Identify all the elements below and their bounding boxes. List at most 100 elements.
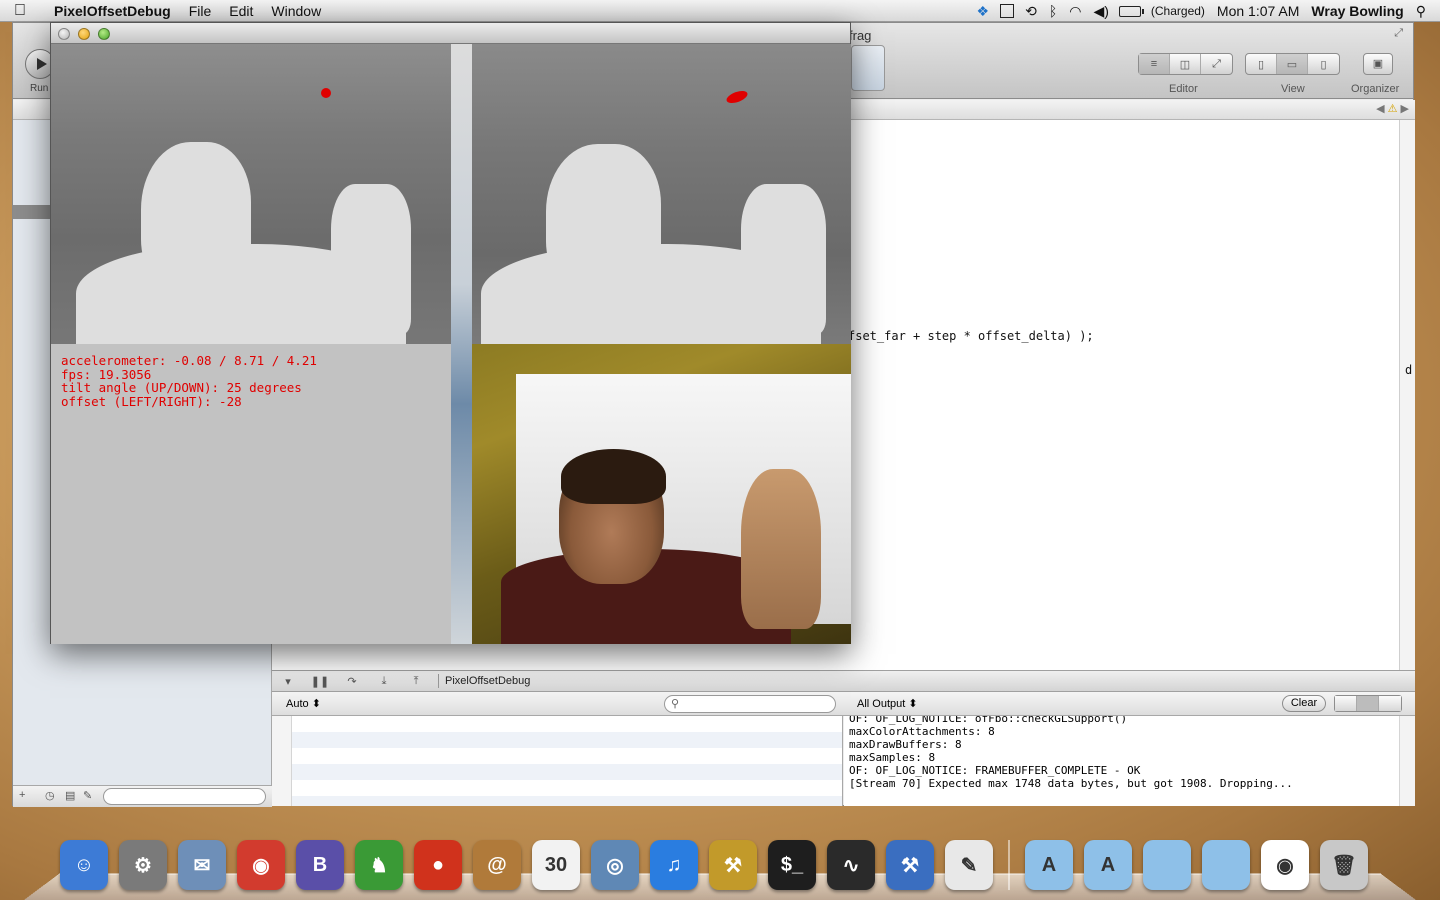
console-line: OF: OF_LOG_NOTICE: ofFbo::checkGLSupport… [849, 716, 1128, 725]
battery-status: (Charged) [1150, 4, 1205, 18]
navigator-filter-bar: + ◷ ▤ ✎ [13, 785, 272, 807]
utilities-folder-icon[interactable]: A [1084, 840, 1132, 890]
chrome-icon[interactable]: ◉ [237, 840, 285, 890]
applications-folder-icon[interactable]: A [1025, 840, 1073, 890]
show-both-button[interactable] [1357, 696, 1379, 711]
editor-segmented-control[interactable]: ≡ ◫ ⤢ [1138, 53, 1233, 75]
menu-window[interactable]: Window [262, 3, 330, 19]
pixeloffsetdebug-window: accelerometer: -0.08 / 8.71 / 4.21 fps: 1… [50, 22, 851, 644]
system-preferences-icon[interactable]: ⚙ [119, 840, 167, 890]
finder-icon[interactable]: ☺ [60, 840, 108, 890]
add-icon[interactable]: + [19, 789, 25, 801]
cyberduck-icon[interactable]: ♞ [355, 840, 403, 890]
navigator-filter-input[interactable] [103, 788, 266, 805]
code-line: fset_far + step * offset_delta) ); [848, 329, 1094, 343]
step-into-icon[interactable]: ⤓ [368, 675, 400, 688]
debug-target-name[interactable]: PixelOffsetDebug [445, 675, 530, 687]
menu-file[interactable]: File [180, 3, 221, 19]
organizer-label: Organizer [1351, 83, 1400, 95]
warning-icon[interactable]: ⚠ [1388, 103, 1398, 115]
volume-icon[interactable]: ◀) [1087, 3, 1114, 20]
organizer-button[interactable]: ▣ [1363, 53, 1393, 75]
preview-icon[interactable]: ◎ [591, 840, 639, 890]
show-console-button[interactable] [1379, 696, 1401, 711]
variables-scope-value: Auto [286, 698, 309, 710]
utilities-toggle-button[interactable]: ▯ [1308, 54, 1339, 74]
window-icon[interactable] [1000, 4, 1015, 18]
dock: ☺ ⚙ ✉ ◉ B ♞ ● @30 ◎ ♫ ⚒ $_ ∿ ⚒ ✎ A A ◉ 🗑 [24, 818, 1416, 900]
debug-filter-bar: Auto ⬍ ⚲ All Output ⬍ Clear [272, 692, 1415, 716]
console-output-select[interactable]: All Output ⬍ [857, 697, 918, 710]
of-window-titlebar[interactable] [51, 23, 850, 44]
instruments-icon[interactable]: ✎ [945, 840, 993, 890]
navigator-toggle-button[interactable]: ▯ [1246, 54, 1277, 74]
bbedit-icon[interactable]: B [296, 840, 344, 890]
tomato-timer-icon[interactable]: ● [414, 840, 462, 890]
chrome-window-icon[interactable]: ◉ [1261, 840, 1309, 890]
user-name[interactable]: Wray Bowling [1305, 3, 1409, 19]
run-label: Run [30, 83, 49, 94]
debug-area-toggle-button[interactable]: ▭ [1277, 54, 1308, 74]
console-line: [Stream 70] Expected max 1748 data bytes… [849, 777, 1293, 790]
wifi-icon[interactable]: ◠ [1063, 3, 1087, 20]
menu-app-name[interactable]: PixelOffsetDebug [40, 3, 180, 19]
clock[interactable]: Mon 1:07 AM [1211, 3, 1306, 19]
camera-person-hair [561, 449, 666, 504]
variables-scope-select[interactable]: Auto ⬍ [286, 697, 321, 710]
camera-person-hand [741, 469, 821, 629]
console-output-value: All Output [857, 698, 906, 710]
clear-console-button[interactable]: Clear [1282, 695, 1326, 712]
hud-accelerometer: accelerometer: -0.08 / 8.71 / 4.21 [61, 353, 317, 368]
terminal-icon[interactable]: $_ [768, 840, 816, 890]
scm-status-icon[interactable]: ▤ [65, 789, 75, 802]
time-machine-icon[interactable]: ⟲ [1019, 3, 1043, 20]
edited-files-icon[interactable]: ✎ [83, 789, 92, 802]
hide-debug-area-icon[interactable]: ▾ [272, 675, 304, 688]
desktop-behind-strip [451, 44, 472, 644]
minimize-window-button[interactable] [78, 28, 90, 40]
address-book-icon[interactable]: @ [473, 840, 521, 890]
apple-menu-icon[interactable]:  [0, 2, 40, 20]
assistant-editor-button[interactable]: ◫ [1170, 54, 1201, 74]
trash-icon[interactable]: 🗑 [1320, 840, 1368, 890]
view-segmented-control[interactable]: ▯ ▭ ▯ [1245, 53, 1340, 75]
variables-view[interactable] [272, 716, 843, 806]
mail-stamp-icon[interactable]: ✉ [178, 840, 226, 890]
activity-monitor-icon[interactable]: ∿ [827, 840, 875, 890]
menu-bar:  PixelOffsetDebug File Edit Window ❖ ⟲ … [0, 0, 1440, 22]
menu-edit[interactable]: Edit [220, 3, 262, 19]
issue-navigation[interactable]: ◀ ⚠ ▶ [1376, 102, 1409, 115]
step-out-icon[interactable]: ⤒ [400, 675, 432, 688]
xcode-icon[interactable]: ⚒ [886, 840, 934, 890]
downloads-folder-icon[interactable] [1202, 840, 1250, 890]
debug-pane-segmented-control[interactable] [1334, 695, 1402, 712]
pause-icon[interactable]: ❚❚ [304, 675, 336, 688]
depth-hand [741, 184, 826, 334]
dropbox-icon[interactable]: ❖ [971, 3, 996, 20]
recent-files-icon[interactable]: ◷ [45, 789, 55, 802]
debug-bar: ▾ ❚❚ ↷ ⤓ ⤒ PixelOffsetDebug [272, 670, 1415, 692]
step-over-icon[interactable]: ↷ [336, 675, 368, 688]
dock-items: ☺ ⚙ ✉ ◉ B ♞ ● @30 ◎ ♫ ⚒ $_ ∿ ⚒ ✎ A A ◉ 🗑 [60, 828, 1368, 890]
variables-search-input[interactable]: ⚲ [664, 695, 836, 713]
fullscreen-icon[interactable]: ⤢ [1394, 27, 1403, 40]
show-variables-button[interactable] [1335, 696, 1357, 711]
bluetooth-icon[interactable]: ᛒ [1043, 3, 1063, 19]
right-edge-text: d [1405, 363, 1413, 377]
close-window-button[interactable] [58, 28, 70, 40]
hud-panel: accelerometer: -0.08 / 8.71 / 4.21 fps: 1… [51, 344, 451, 644]
archive-utility-icon[interactable]: ⚒ [709, 840, 757, 890]
itunes-icon[interactable]: ♫ [650, 840, 698, 890]
calendar-icon[interactable]: 30 [532, 840, 580, 890]
zoom-window-button[interactable] [98, 28, 110, 40]
editor-scrollbar[interactable] [1399, 120, 1415, 670]
spotlight-search-icon[interactable]: ⚲ [1410, 3, 1440, 20]
standard-editor-button[interactable]: ≡ [1139, 54, 1170, 74]
battery-icon[interactable] [1118, 5, 1144, 17]
console-output[interactable]: OF: OF_LOG_NOTICE: ofFbo::checkGLSupport… [844, 716, 1399, 806]
hud-tilt: tilt angle (UP/DOWN): 25 degrees [61, 380, 302, 395]
version-editor-button[interactable]: ⤢ [1201, 54, 1232, 74]
hud-offset: offset (LEFT/RIGHT): -28 [61, 393, 242, 409]
documents-folder-icon[interactable] [1143, 840, 1191, 890]
console-scrollbar[interactable] [1399, 716, 1415, 806]
